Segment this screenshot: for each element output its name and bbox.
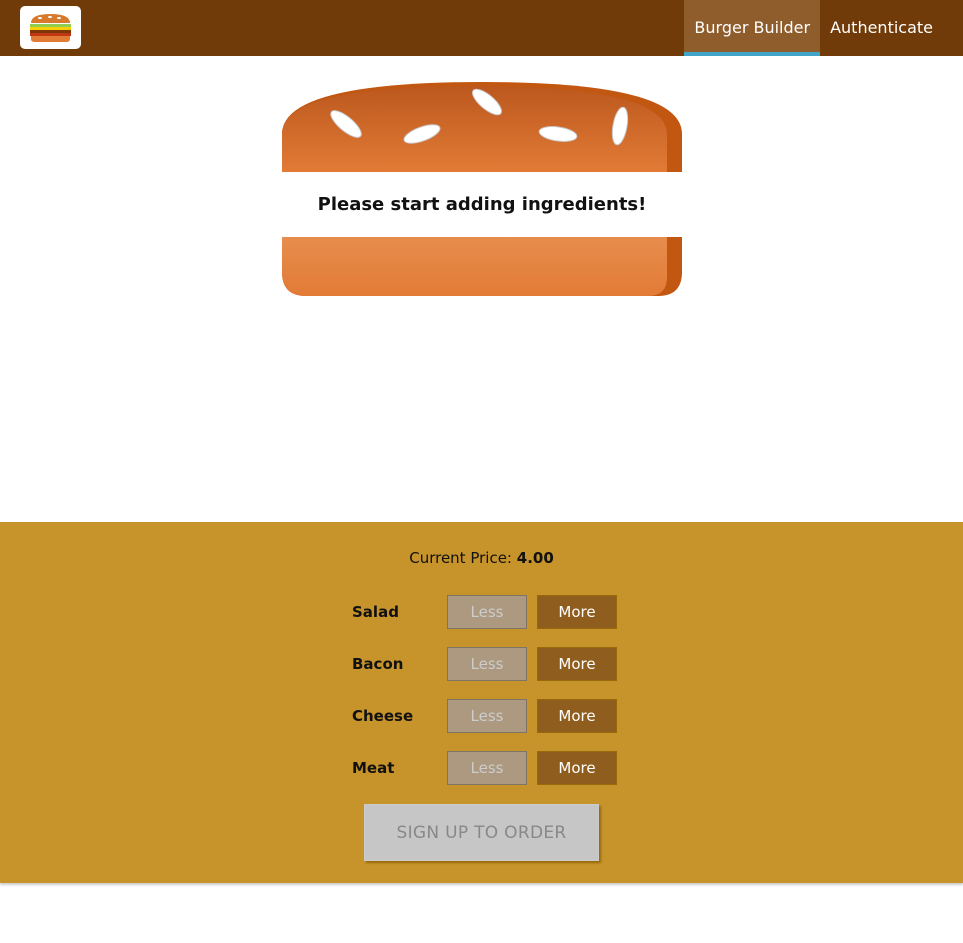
control-row-bacon: Bacon Less More <box>352 647 617 681</box>
sign-up-to-order-button[interactable]: SIGN UP TO ORDER <box>364 804 599 861</box>
nav-item-authenticate[interactable]: Authenticate <box>820 0 943 56</box>
more-meat-button[interactable]: More <box>537 751 617 785</box>
nav-items: Burger Builder Authenticate <box>684 0 943 56</box>
burger-preview: Please start adding ingredients! <box>282 82 682 296</box>
ingredient-label-meat: Meat <box>352 759 395 777</box>
more-bacon-button[interactable]: More <box>537 647 617 681</box>
control-row-salad: Salad Less More <box>352 595 617 629</box>
less-meat-button[interactable]: Less <box>447 751 527 785</box>
current-price: Current Price: 4.00 <box>0 549 963 567</box>
control-row-meat: Meat Less More <box>352 751 617 785</box>
ingredient-label-bacon: Bacon <box>352 655 404 673</box>
ingredient-label-salad: Salad <box>352 603 399 621</box>
burger-logo[interactable] <box>20 6 81 49</box>
less-cheese-button[interactable]: Less <box>447 699 527 733</box>
control-row-cheese: Cheese Less More <box>352 699 617 733</box>
less-bacon-button[interactable]: Less <box>447 647 527 681</box>
more-salad-button[interactable]: More <box>537 595 617 629</box>
price-value: 4.00 <box>516 549 554 567</box>
empty-burger-message: Please start adding ingredients! <box>317 194 647 215</box>
price-label: Current Price: <box>409 549 512 567</box>
ingredient-label-cheese: Cheese <box>352 707 414 725</box>
build-controls: Current Price: 4.00 Salad Less More Baco… <box>0 522 963 883</box>
toolbar: Burger Builder Authenticate <box>0 0 963 56</box>
nav-item-burger-builder[interactable]: Burger Builder <box>684 0 821 56</box>
less-salad-button[interactable]: Less <box>447 595 527 629</box>
more-cheese-button[interactable]: More <box>537 699 617 733</box>
burger-logo-icon <box>30 14 71 42</box>
